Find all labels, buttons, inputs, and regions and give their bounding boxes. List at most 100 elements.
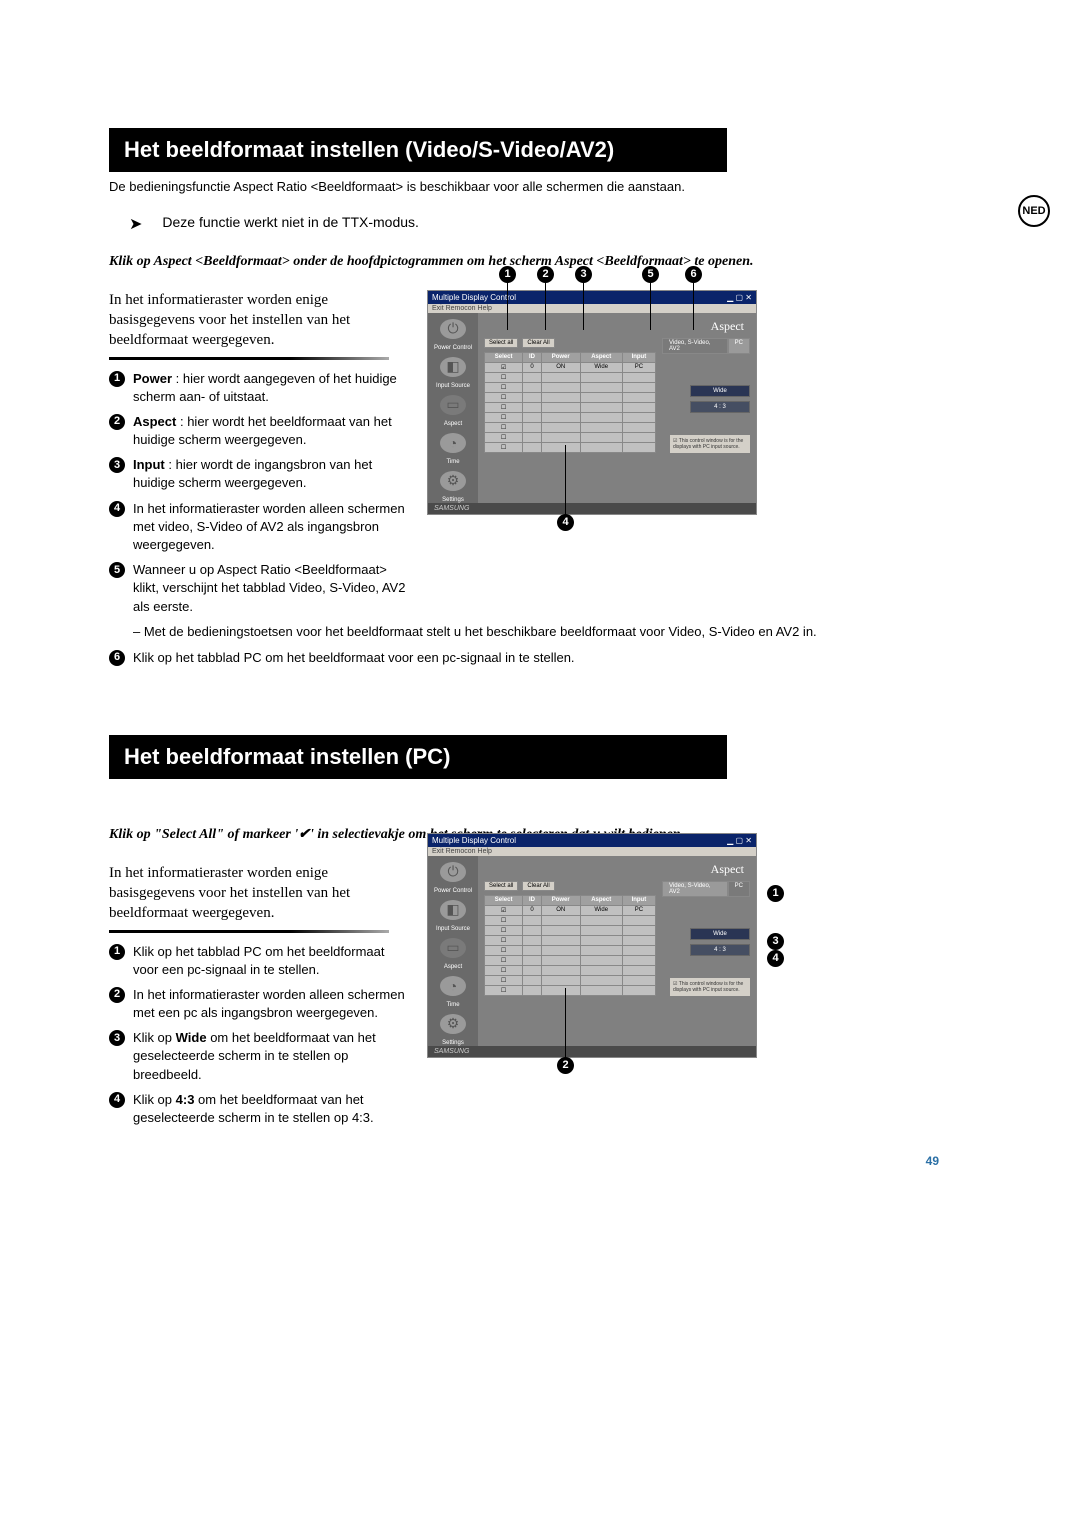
option-wide[interactable]: Wide (690, 385, 750, 397)
tab-pc[interactable]: PC (728, 881, 750, 897)
table-row: ☐ (485, 935, 656, 945)
ss2-window-title: Multiple Display Control (432, 836, 516, 845)
tab-video[interactable]: Video, S-Video, AV2 (662, 881, 728, 897)
info-grid-table: SelectIDPowerAspectInput ☑0ONWidePC ☐ ☐ … (484, 352, 656, 453)
item6-text: Klik op het tabblad PC om het beeldforma… (133, 649, 575, 667)
item1-text: : hier wordt aangegeven of het huidige s… (133, 371, 397, 404)
input-source-icon: ◧ (440, 357, 466, 377)
ss-sidebar: ⏻Power Control ◧Input Source ▭Aspect ◔Ti… (428, 313, 478, 503)
callout-3: 3 (575, 266, 592, 283)
cell-input: PC (622, 362, 655, 372)
screenshot2-wrapper: 1 3 4 2 Multiple Display Control▁ ▢ ✕ Ex… (427, 833, 939, 1058)
ss2-cell-select[interactable]: ☑ (485, 905, 523, 915)
language-badge: NED (1018, 195, 1050, 227)
s2-item3-pre: Klik op (133, 1030, 176, 1045)
ss-side-label-3: Time (446, 459, 459, 465)
ss2-th-select: Select (485, 895, 523, 905)
cell-power: ON (541, 362, 580, 372)
ss2-brand-logo: SAMSUNG (428, 1046, 756, 1057)
divider (109, 357, 389, 360)
table-row: ☐ (485, 432, 656, 442)
s2-callout-4: 4 (767, 950, 784, 967)
section2-serif-para: In het informatieraster worden enige bas… (109, 863, 409, 924)
cell-aspect: Wide (580, 362, 622, 372)
ss2-side-label-4: Settings (442, 1040, 464, 1046)
callout-1: 1 (499, 266, 516, 283)
ss-window-title: Multiple Display Control (432, 293, 516, 302)
callout-2: 2 (537, 266, 554, 283)
bullet-1: 1 (109, 371, 125, 387)
ss-side-label-4: Settings (442, 497, 464, 503)
tab-pc[interactable]: PC (728, 338, 750, 354)
tab-row: Video, S-Video, AV2 PC (662, 338, 750, 354)
ss2-menu: Exit Remocon Help (428, 847, 756, 856)
section1-serif-para: In het informatieraster worden enige bas… (109, 290, 409, 351)
table-row[interactable]: ☑0ONWidePC (485, 905, 656, 915)
callout-line-1 (507, 283, 508, 330)
ss-panel-title: Aspect (484, 319, 750, 338)
settings-icon: ⚙ (440, 471, 466, 491)
clear-all-button[interactable]: Clear All (522, 881, 554, 891)
th-input: Input (622, 352, 655, 362)
section2-title: Het beeldformaat instellen (PC) (109, 735, 727, 778)
s2-callout-line-2 (565, 988, 566, 1058)
ss-titlebar: Multiple Display Control ▁ ▢ ✕ (428, 291, 756, 304)
cell-select[interactable]: ☑ (485, 362, 523, 372)
ss-disclaimer: ☑ This control window is for the display… (670, 435, 750, 453)
option-wide[interactable]: Wide (690, 928, 750, 940)
table-row: ☐ (485, 965, 656, 975)
table-row: ☐ (485, 422, 656, 432)
note-arrow-icon: ➤ (109, 214, 152, 234)
s2-item3-bold: Wide (176, 1030, 207, 1045)
callout-6: 6 (685, 266, 702, 283)
th-id: ID (523, 352, 542, 362)
callout-4: 4 (557, 514, 574, 531)
ss2-cell-aspect: Wide (580, 905, 622, 915)
table-row[interactable]: ☑0ONWidePC (485, 362, 656, 372)
s2-item1-text: Klik op het tabblad PC om het beeldforma… (133, 943, 409, 979)
section1-title: Het beeldformaat instellen (Video/S-Vide… (109, 128, 727, 171)
ss-side-label-2: Aspect (444, 421, 462, 427)
aspect-icon: ▭ (440, 938, 466, 958)
s2-callout-3: 3 (767, 933, 784, 950)
table-row: ☐ (485, 955, 656, 965)
table-row: ☐ (485, 945, 656, 955)
tab-video[interactable]: Video, S-Video, AV2 (662, 338, 728, 354)
ss2-side-label-1: Input Source (436, 926, 470, 932)
table-row: ☐ (485, 985, 656, 995)
section1-item6: 6 Klik op het tabblad PC om het beeldfor… (109, 649, 939, 667)
bullet-5: 5 (109, 562, 125, 578)
ss2-cell-input: PC (622, 905, 655, 915)
ss-brand-logo: SAMSUNG (428, 503, 756, 514)
section1-instruction: Klik op Aspect <Beeldformaat> onder de h… (109, 252, 939, 272)
callout-5: 5 (642, 266, 659, 283)
settings-icon: ⚙ (440, 1014, 466, 1034)
callout-line-6 (693, 283, 694, 330)
s2-bullet-4: 4 (109, 1092, 125, 1108)
aspect-icon: ▭ (440, 395, 466, 415)
note-text: Deze functie werkt niet in de TTX-modus. (162, 214, 419, 230)
ss-window-buttons: ▁ ▢ ✕ (727, 293, 752, 302)
clear-all-button[interactable]: Clear All (522, 338, 554, 348)
table-row: ☐ (485, 412, 656, 422)
callout-line-3 (583, 283, 584, 330)
page-content: Het beeldformaat instellen (Video/S-Vide… (109, 128, 939, 1168)
item4-text: In het informatieraster worden alleen sc… (133, 500, 409, 555)
bullet-3: 3 (109, 457, 125, 473)
title-underline-2 (109, 778, 727, 779)
option-4-3[interactable]: 4 : 3 (690, 944, 750, 956)
option-4-3[interactable]: 4 : 3 (690, 401, 750, 413)
callout-line-4 (565, 445, 566, 515)
ss2-info-grid-table: SelectIDPowerAspectInput ☑0ONWidePC ☐ ☐ … (484, 895, 656, 996)
item3-bold: Input (133, 457, 165, 472)
table-row: ☐ (485, 925, 656, 935)
table-row: ☐ (485, 442, 656, 452)
bullet-2: 2 (109, 414, 125, 430)
select-all-button[interactable]: Select all (484, 338, 518, 348)
s2-item2-text: In het informatieraster worden alleen sc… (133, 986, 409, 1022)
select-all-button[interactable]: Select all (484, 881, 518, 891)
ss2-sidebar: ⏻Power Control ◧Input Source ▭Aspect ◔Ti… (428, 856, 478, 1046)
ss2-th-id: ID (523, 895, 542, 905)
ss-side-label-1: Input Source (436, 383, 470, 389)
th-select: Select (485, 352, 523, 362)
